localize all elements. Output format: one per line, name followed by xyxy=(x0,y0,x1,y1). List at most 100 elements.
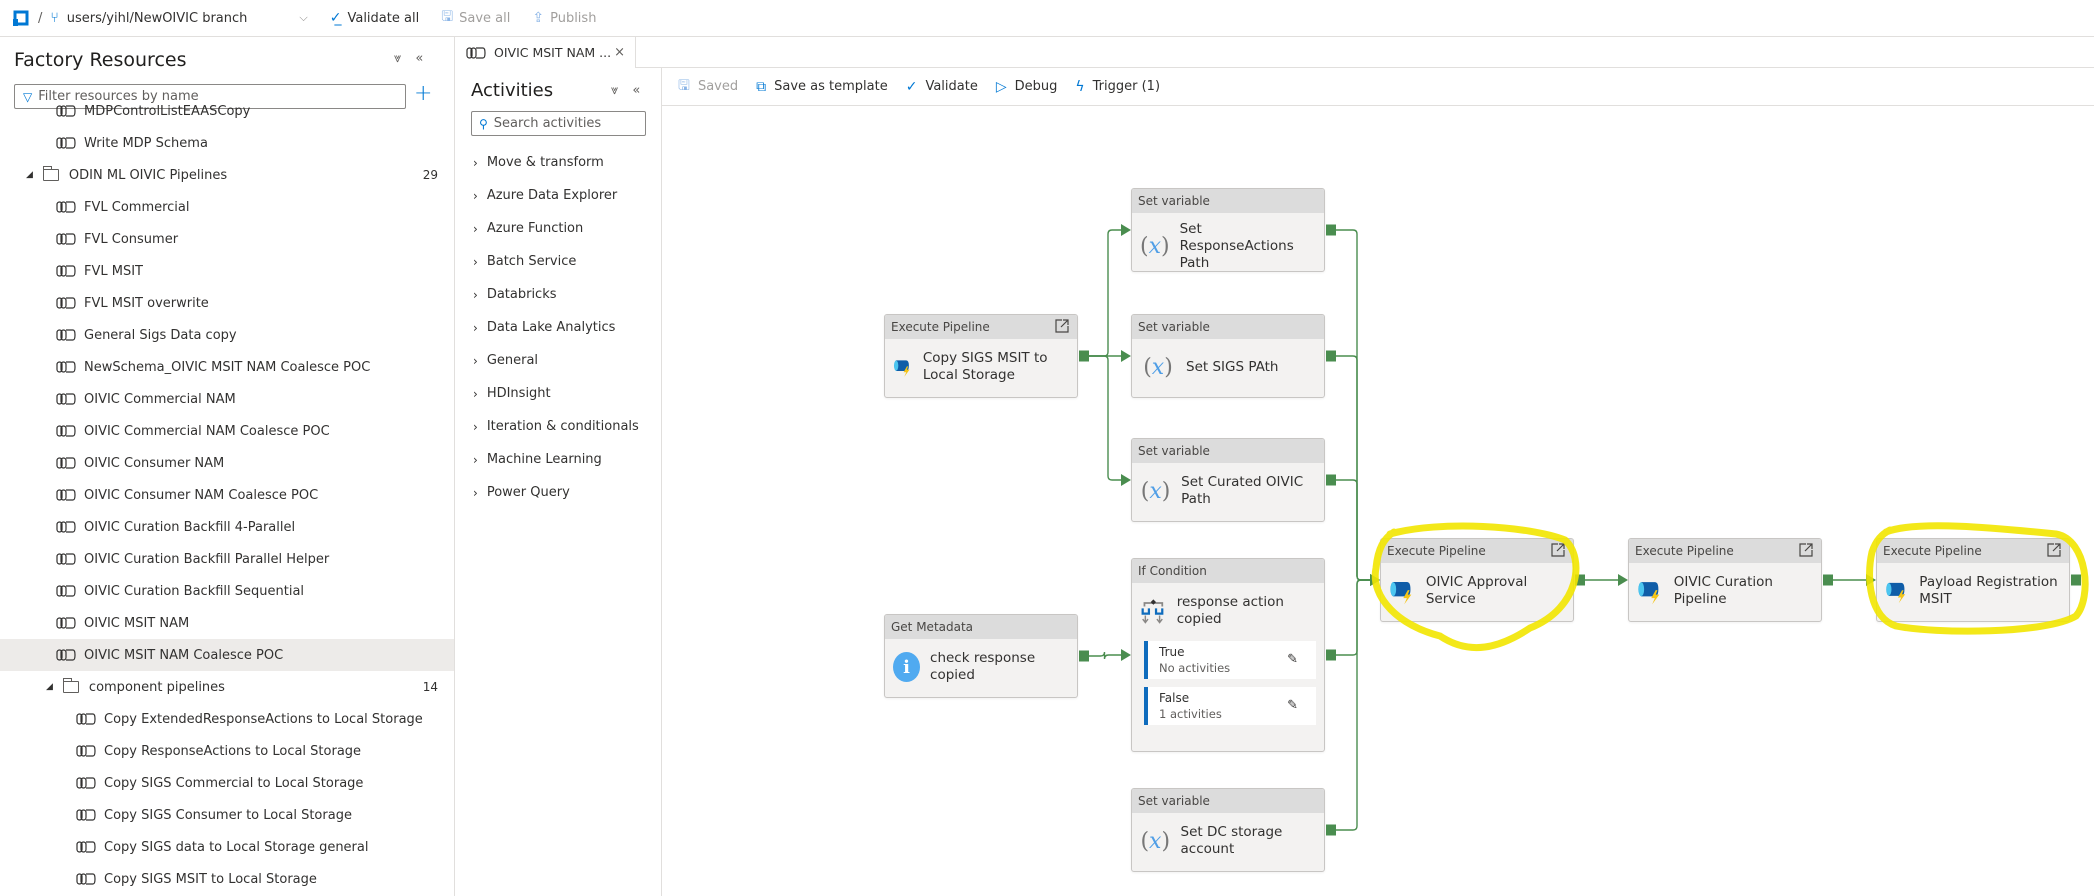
tree-item-pipeline[interactable]: OIVIC MSIT NAM Coalesce POC xyxy=(0,639,454,671)
tree-item-pipeline[interactable]: Copy ResponseActions to Local Storage xyxy=(0,735,454,767)
tree-item-label: General Sigs Data copy xyxy=(84,327,237,343)
validate-all-button[interactable]: ✓̲ Validate all xyxy=(330,10,419,26)
activity-node-set-curated[interactable]: Set variable (x) Set Curated OIVIC Path xyxy=(1131,438,1325,522)
pipeline-canvas[interactable] xyxy=(662,106,2094,896)
activity-node-copy-sigs[interactable]: Execute Pipeline Copy SIGS MSIT to Local … xyxy=(884,314,1078,398)
activity-node-set-sigs[interactable]: Set variable (x) Set SIGS PAth xyxy=(1131,314,1325,398)
activity-category[interactable]: › Move & transform xyxy=(473,146,639,179)
activity-categories: › Move & transform › Azure Data Explorer › Az… xyxy=(473,146,639,509)
activity-name: Copy SIGS MSIT to Local Storage xyxy=(922,350,1048,383)
expand-triangle-icon[interactable]: ◢ xyxy=(46,682,53,692)
chevron-right-icon: › xyxy=(473,221,478,236)
search-activities-input[interactable] xyxy=(493,116,634,131)
activity-category[interactable]: › Azure Function xyxy=(473,212,639,245)
activity-category-label: Machine Learning xyxy=(486,452,602,467)
tree-item-pipeline[interactable]: FVL MSIT xyxy=(0,255,454,287)
tree-item-pipeline[interactable]: OIVIC Curation Backfill Sequential xyxy=(0,575,454,607)
activity-category[interactable]: › Iteration & conditionals xyxy=(473,410,639,443)
publish-button[interactable]: ⇪ Publish xyxy=(532,10,596,26)
tree-item-pipeline[interactable]: OIVIC Curation Backfill Parallel Helper xyxy=(0,543,454,575)
tree-item-pipeline[interactable]: General Sigs Data copy xyxy=(0,319,454,351)
tab-pipeline[interactable]: OIVIC MSIT NAM ... × xyxy=(458,37,636,68)
activity-category[interactable]: › Databricks xyxy=(473,278,639,311)
activity-category[interactable]: › Machine Learning xyxy=(473,443,639,476)
activity-type-label: Set variable xyxy=(1138,194,1210,208)
close-tab-icon[interactable]: × xyxy=(614,45,625,60)
tree-item-pipeline[interactable]: OIVIC Consumer NAM Coalesce POC xyxy=(0,479,454,511)
tree-item-pipeline[interactable]: FVL Commercial xyxy=(0,191,454,223)
activity-node-set-dc[interactable]: Set variable (x) Set DC storage account xyxy=(1131,788,1325,872)
activity-category[interactable]: › General xyxy=(473,344,639,377)
collapse-all-icon[interactable]: ⩔ xyxy=(611,83,618,98)
tree-item-pipeline[interactable]: Copy SIGS Commercial to Local Storage xyxy=(0,767,454,799)
edit-pencil-icon[interactable]: ✎ xyxy=(1287,652,1298,667)
activity-node-if-cond[interactable]: If Condition response action copied True No… xyxy=(1131,558,1325,752)
tree-folder[interactable]: ◢ component pipelines 14 xyxy=(0,671,454,703)
execute-pipeline-icon xyxy=(1638,582,1660,605)
saved-button[interactable]: 🖫 Saved xyxy=(678,75,738,99)
open-pipeline-icon[interactable] xyxy=(2046,542,2062,558)
activity-body: OIVIC Approval Service xyxy=(1381,563,1573,621)
activities-panel-controls: ⩔ « xyxy=(611,83,640,98)
tree-item-pipeline[interactable]: NewSchema_OIVIC MSIT NAM Coalesce POC xyxy=(0,351,454,383)
tree-item-pipeline[interactable]: OIVIC Commercial NAM Coalesce POC xyxy=(0,415,454,447)
folder-icon xyxy=(62,678,79,693)
tree-item-pipeline[interactable]: OIVIC Curation Backfill 4-Parallel xyxy=(0,511,454,543)
activity-node-payload[interactable]: Execute Pipeline Payload Registration MSI… xyxy=(1876,538,2070,622)
activity-category[interactable]: › Azure Data Explorer xyxy=(473,179,639,212)
save-all-button[interactable]: 🖫 Save all xyxy=(441,6,510,30)
chevron-right-icon: › xyxy=(473,353,478,368)
tree-item-pipeline[interactable]: Write MDP Schema xyxy=(0,127,454,159)
tree-folder[interactable]: ◢ ODIN ML OIVIC Pipelines 29 xyxy=(0,159,454,191)
open-pipeline-icon[interactable] xyxy=(1550,542,1566,558)
edit-pencil-icon[interactable]: ✎ xyxy=(1287,698,1298,713)
tree-item-pipeline[interactable]: OIVIC Commercial NAM xyxy=(0,383,454,415)
tree-item-pipeline[interactable]: OIVIC Consumer NAM xyxy=(0,447,454,479)
tree-item-pipeline[interactable]: FVL Consumer xyxy=(0,223,454,255)
tree-item-pipeline[interactable]: OIVIC MSIT NAM xyxy=(0,607,454,639)
open-pipeline-icon[interactable] xyxy=(1798,542,1814,558)
chevron-down-icon[interactable]: ⌵ xyxy=(299,11,307,25)
activity-category[interactable]: › Data Lake Analytics xyxy=(473,311,639,344)
chevron-right-icon: › xyxy=(473,419,478,434)
debug-button[interactable]: ▷ Debug xyxy=(996,79,1058,95)
collapse-all-icon[interactable]: ⩔ xyxy=(394,51,401,66)
tree-item-pipeline[interactable]: FVL MSIT overwrite xyxy=(0,287,454,319)
pipeline-icon xyxy=(56,361,76,373)
data-factory-logo-icon[interactable] xyxy=(12,10,30,26)
branch-selector[interactable]: users/yihl/NewOIVIC branch xyxy=(67,11,248,26)
activity-node-curation[interactable]: Execute Pipeline OIVIC Curation Pipeline xyxy=(1628,538,1822,622)
chevron-right-icon: › xyxy=(473,254,478,269)
saved-label: Saved xyxy=(697,79,739,94)
activity-category[interactable]: › Power Query xyxy=(473,476,639,509)
validate-button[interactable]: ✓ Validate xyxy=(906,79,978,95)
tree-item-pipeline[interactable]: Copy SIGS data to Local Storage general xyxy=(0,831,454,863)
collapse-panel-icon[interactable]: « xyxy=(415,51,423,66)
collapse-panel-icon[interactable]: « xyxy=(632,83,640,98)
activity-node-get-meta[interactable]: Get Metadata i check response copied xyxy=(884,614,1078,698)
activity-node-approval[interactable]: Execute Pipeline OIVIC Approval Service xyxy=(1380,538,1574,622)
chevron-right-icon: › xyxy=(473,452,478,467)
tree-item-label: Copy SIGS MSIT to Local Storage xyxy=(104,871,317,887)
branch-false[interactable]: False 1 activities ✎ xyxy=(1144,687,1316,725)
open-pipeline-icon[interactable] xyxy=(1054,318,1070,334)
activity-body: (x) Set Curated OIVIC Path xyxy=(1132,463,1324,521)
activity-category[interactable]: › HDInsight xyxy=(473,377,639,410)
save-as-template-button[interactable]: ⧉ Save as template xyxy=(756,79,888,95)
activity-type-header: Set variable xyxy=(1132,189,1324,213)
activity-type-label: Set variable xyxy=(1138,794,1210,808)
pipeline-icon xyxy=(76,873,96,885)
tree-item-pipeline[interactable]: Copy SIGS MSIT to Local Storage xyxy=(0,863,454,895)
search-activities-field[interactable]: ⚲ xyxy=(471,111,646,136)
tree-item-pipeline[interactable]: MDPControlListEAASCopy xyxy=(0,95,454,127)
trigger-button[interactable]: ϟ Trigger (1) xyxy=(1075,79,1160,95)
tree-item-pipeline[interactable]: Copy ExtendedResponseActions to Local St… xyxy=(0,703,454,735)
top-bar: / ⑂ users/yihl/NewOIVIC branch ⌵ ✓̲ Vali… xyxy=(0,0,2094,37)
activity-category[interactable]: › Batch Service xyxy=(473,245,639,278)
tree-item-pipeline[interactable]: Copy SIGS Consumer to Local Storage xyxy=(0,799,454,831)
expand-triangle-icon[interactable]: ◢ xyxy=(26,170,33,180)
activity-node-set-ra[interactable]: Set variable (x) Set ResponseActions Path xyxy=(1131,188,1325,272)
branch-true[interactable]: True No activities ✎ xyxy=(1144,641,1316,679)
activity-category-label: Power Query xyxy=(486,485,570,500)
activities-title: Activities xyxy=(471,80,554,101)
